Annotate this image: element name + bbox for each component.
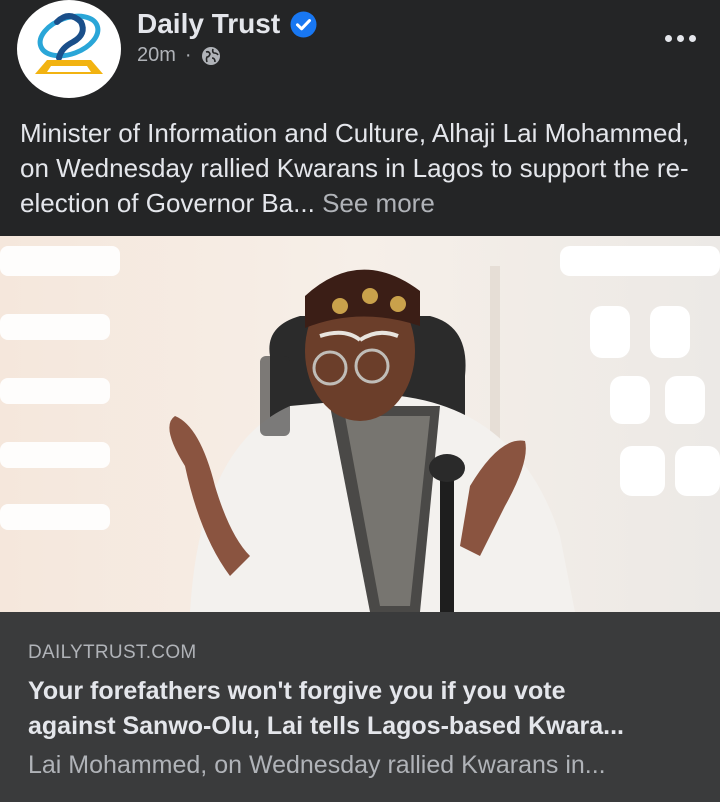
more-dot xyxy=(676,34,684,42)
link-title-line-1: Your forefathers won't forgive you if yo… xyxy=(28,677,566,705)
post-photo[interactable] xyxy=(0,236,720,612)
post-timestamp[interactable]: 20m xyxy=(137,44,176,67)
see-more-link[interactable]: See more xyxy=(322,188,435,218)
meta-separator: · xyxy=(184,44,192,66)
page-name-label[interactable]: Daily Trust xyxy=(137,8,280,40)
more-options-button[interactable] xyxy=(660,26,700,50)
daily-trust-logo xyxy=(35,13,103,74)
link-title-line-2: against Sanwo-Olu, Lai tells Lagos-based… xyxy=(28,712,624,740)
link-preview-card[interactable]: DAILYTRUST.COM Your forefathers won't fo… xyxy=(0,612,720,802)
globe-icon xyxy=(201,46,221,66)
link-title[interactable]: Your forefathers won't forgive you if yo… xyxy=(28,674,698,744)
post-text: Minister of Information and Culture, Alh… xyxy=(20,116,710,221)
minister-photo xyxy=(0,236,720,612)
post-header: Daily Trust 20m · xyxy=(0,0,720,110)
verified-badge-icon xyxy=(290,11,317,38)
more-dot xyxy=(688,34,696,42)
link-description: Lai Mohammed, on Wednesday rallied Kwara… xyxy=(28,751,606,779)
page-name[interactable]: Daily Trust xyxy=(137,8,317,40)
post-meta: 20m · xyxy=(137,44,221,67)
link-domain: DAILYTRUST.COM xyxy=(28,642,197,663)
more-options-icon xyxy=(664,34,672,42)
page-avatar[interactable] xyxy=(17,0,121,98)
